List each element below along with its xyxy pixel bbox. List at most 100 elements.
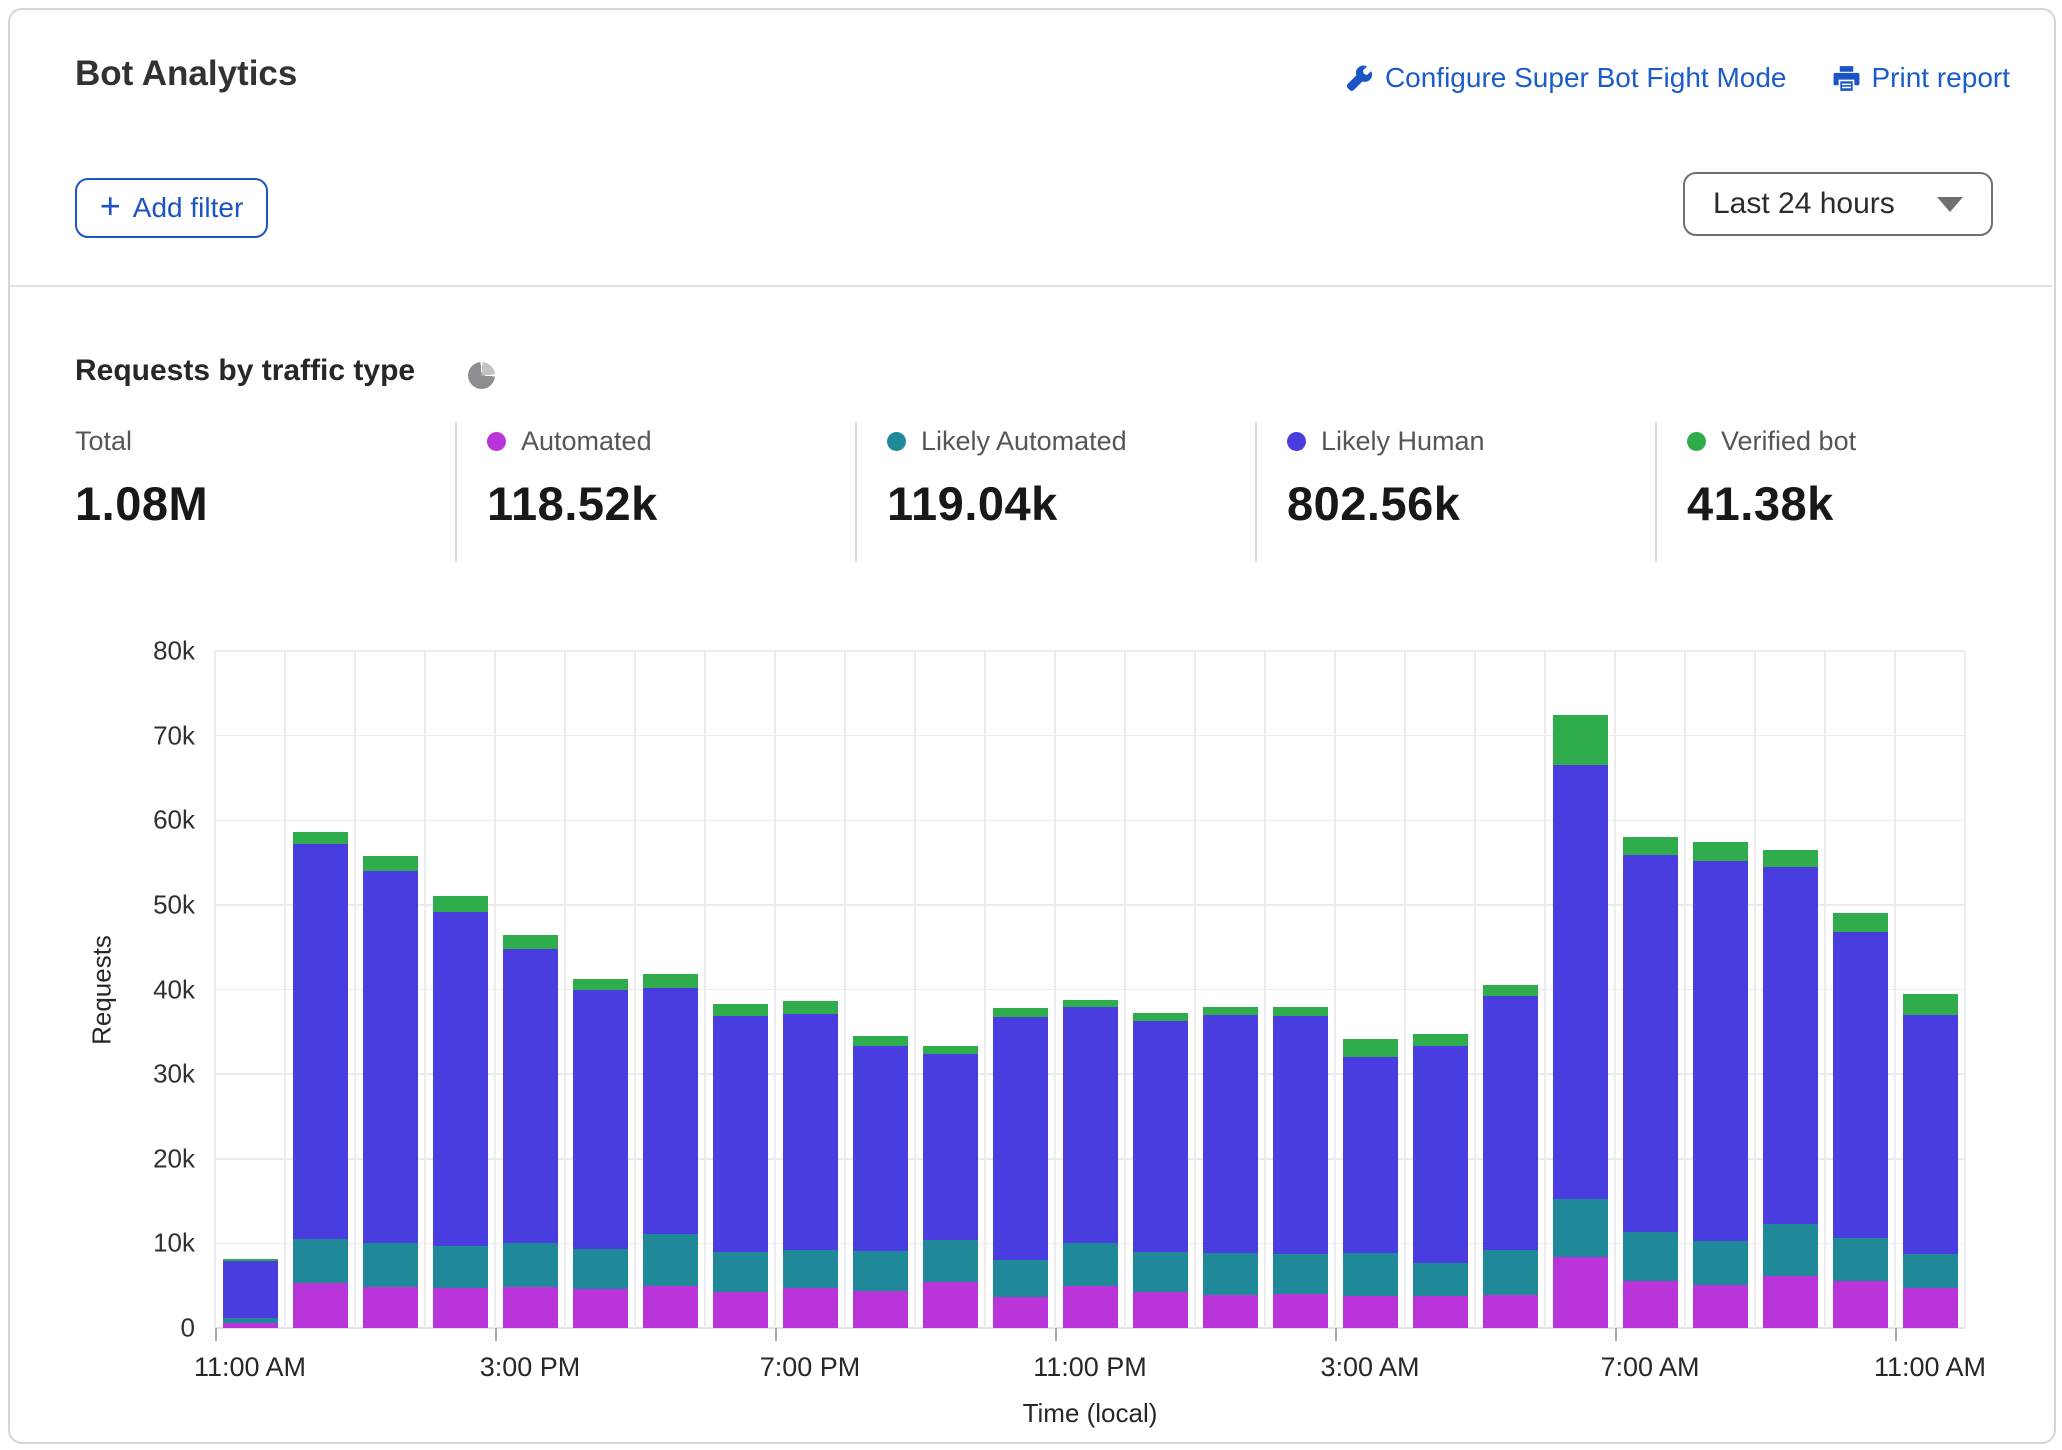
bar-segment-automated: [363, 1287, 418, 1328]
bar-4-00-am[interactable]: [1413, 651, 1468, 1328]
requests-by-traffic-type-chart: 010k20k30k40k50k60k70k80k11:00 AM3:00 PM…: [0, 600, 2062, 1450]
bar-7-00-am[interactable]: [1623, 651, 1678, 1328]
stat-likely-human-value: 802.56k: [1287, 476, 1647, 531]
x-gridline: [494, 651, 496, 1328]
bar-5-00-am[interactable]: [1483, 651, 1538, 1328]
stat-likely-automated: Likely Automated 119.04k: [887, 424, 1247, 531]
bar-segment-likely-automated: [1483, 1250, 1538, 1295]
bar-8-00-pm[interactable]: [853, 651, 908, 1328]
bar-11-00-am[interactable]: [223, 651, 278, 1328]
bar-9-00-pm[interactable]: [923, 651, 978, 1328]
bar-segment-likely-automated: [1063, 1243, 1118, 1286]
bar-segment-likely-human: [643, 988, 698, 1234]
bar-segment-likely-human: [1413, 1046, 1468, 1263]
bar-6-00-pm[interactable]: [713, 651, 768, 1328]
bar-segment-likely-automated: [923, 1240, 978, 1282]
add-filter-button[interactable]: + Add filter: [75, 178, 268, 238]
bar-1-00-pm[interactable]: [363, 651, 418, 1328]
x-axis-title: Time (local): [1023, 1398, 1158, 1429]
bar-segment-verified-bot: [433, 896, 488, 912]
bar-segment-likely-human: [363, 871, 418, 1243]
bar-segment-automated: [1903, 1288, 1958, 1328]
x-gridline: [354, 651, 356, 1328]
bar-segment-verified-bot: [293, 832, 348, 844]
x-axis-tick-label: 3:00 PM: [480, 1352, 581, 1383]
stat-likely-automated-label: Likely Automated: [921, 426, 1127, 457]
bar-segment-likely-human: [573, 990, 628, 1249]
bar-segment-likely-human: [1903, 1015, 1958, 1254]
bar-segment-automated: [1833, 1281, 1888, 1328]
configure-super-bot-fight-mode-link[interactable]: Configure Super Bot Fight Mode: [1346, 62, 1787, 94]
bar-segment-likely-automated: [1273, 1254, 1328, 1295]
bar-12-00-pm[interactable]: [293, 651, 348, 1328]
bar-segment-likely-human: [783, 1014, 838, 1250]
time-range-select[interactable]: Last 24 hours: [1683, 172, 1993, 236]
bar-segment-verified-bot: [1273, 1007, 1328, 1015]
bar-segment-likely-human: [1343, 1057, 1398, 1252]
bar-segment-verified-bot: [783, 1001, 838, 1014]
bar-segment-likely-human: [433, 912, 488, 1246]
likely-human-legend-dot: [1287, 432, 1306, 451]
bar-2-00-pm[interactable]: [433, 651, 488, 1328]
bar-10-00-am[interactable]: [1833, 651, 1888, 1328]
y-axis-tick-label: 40k: [105, 974, 195, 1005]
x-gridline: [1894, 651, 1896, 1328]
bar-segment-likely-human: [1623, 855, 1678, 1232]
stat-divider: [855, 422, 857, 562]
bar-segment-likely-human: [1133, 1021, 1188, 1252]
stat-likely-automated-value: 119.04k: [887, 476, 1247, 531]
bar-segment-automated: [223, 1323, 278, 1328]
bar-segment-likely-human: [293, 844, 348, 1239]
x-gridline: [1054, 651, 1056, 1328]
bar-segment-automated: [923, 1282, 978, 1328]
bar-segment-likely-human: [1273, 1016, 1328, 1254]
print-link-label: Print report: [1872, 62, 2011, 94]
bar-segment-verified-bot: [1553, 715, 1608, 765]
bar-segment-likely-automated: [1763, 1224, 1818, 1276]
bar-2-00-am[interactable]: [1273, 651, 1328, 1328]
bar-segment-automated: [993, 1297, 1048, 1328]
x-gridline: [284, 651, 286, 1328]
bar-5-00-pm[interactable]: [643, 651, 698, 1328]
bar-3-00-am[interactable]: [1343, 651, 1398, 1328]
x-gridline: [1334, 651, 1336, 1328]
stat-divider: [1255, 422, 1257, 562]
bar-12-00-am[interactable]: [1133, 651, 1188, 1328]
y-axis-tick-label: 20k: [105, 1143, 195, 1174]
bar-7-00-pm[interactable]: [783, 651, 838, 1328]
bar-11-00-am[interactable]: [1903, 651, 1958, 1328]
bar-segment-automated: [1063, 1286, 1118, 1328]
print-report-link[interactable]: Print report: [1833, 62, 2011, 94]
bar-segment-likely-automated: [503, 1243, 558, 1286]
bar-segment-verified-bot: [993, 1008, 1048, 1016]
bar-1-00-am[interactable]: [1203, 651, 1258, 1328]
stat-verified-bot-value: 41.38k: [1687, 476, 2047, 531]
bar-segment-verified-bot: [503, 935, 558, 949]
bar-segment-likely-human: [1833, 932, 1888, 1238]
bar-segment-likely-automated: [1553, 1199, 1608, 1257]
bar-8-00-am[interactable]: [1693, 651, 1748, 1328]
stat-automated: Automated 118.52k: [487, 424, 847, 531]
y-axis-tick-label: 0: [105, 1313, 195, 1344]
bar-segment-verified-bot: [1343, 1039, 1398, 1057]
bot-analytics-page: Bot Analytics Configure Super Bot Fight …: [0, 0, 2062, 1450]
bar-segment-likely-automated: [1833, 1238, 1888, 1280]
stat-automated-label: Automated: [521, 426, 652, 457]
bar-9-00-am[interactable]: [1763, 651, 1818, 1328]
bar-segment-verified-bot: [713, 1004, 768, 1016]
add-filter-label: Add filter: [133, 192, 244, 224]
bar-segment-automated: [783, 1288, 838, 1328]
stat-divider: [1655, 422, 1657, 562]
bar-4-00-pm[interactable]: [573, 651, 628, 1328]
bar-segment-verified-bot: [1763, 850, 1818, 867]
bar-segment-likely-automated: [1133, 1252, 1188, 1293]
x-gridline: [1194, 651, 1196, 1328]
bar-segment-likely-human: [1553, 765, 1608, 1199]
bar-11-00-pm[interactable]: [1063, 651, 1118, 1328]
verified-bot-legend-dot: [1687, 432, 1706, 451]
bar-10-00-pm[interactable]: [993, 651, 1048, 1328]
x-axis-tick-label: 7:00 PM: [760, 1352, 861, 1383]
printer-icon: [1833, 65, 1860, 92]
bar-3-00-pm[interactable]: [503, 651, 558, 1328]
bar-6-00-am[interactable]: [1553, 651, 1608, 1328]
